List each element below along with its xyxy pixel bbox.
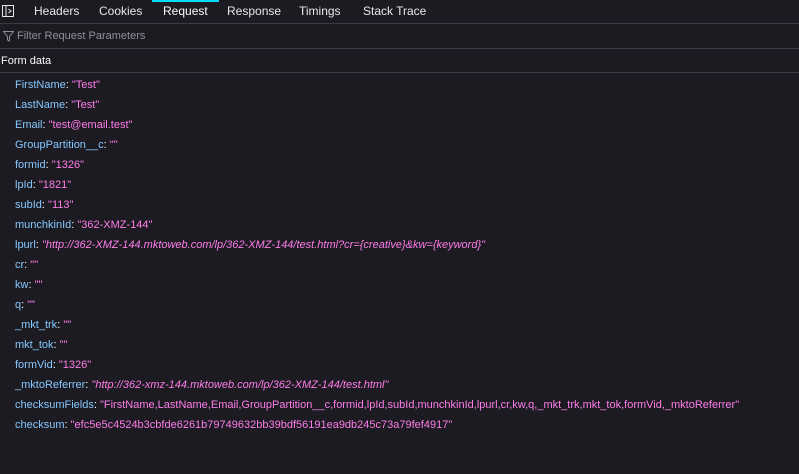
form-data-row[interactable]: checksumFields: "FirstName,LastName,Emai…	[0, 395, 799, 415]
form-data-row[interactable]: lpurl: "http://362-XMZ-144.mktoweb.com/l…	[0, 235, 799, 255]
param-key: lpurl	[15, 239, 36, 251]
param-value: "test@email.test"	[48, 119, 133, 131]
param-key: formVid	[15, 359, 53, 371]
param-value: "1326"	[51, 159, 84, 171]
form-data-row[interactable]: Email: "test@email.test"	[0, 115, 799, 135]
param-value: "Test"	[71, 79, 100, 91]
param-value: "Test"	[71, 99, 100, 111]
param-value: ""	[59, 339, 68, 351]
param-key: subId	[15, 199, 42, 211]
tab-request[interactable]: Request	[152, 0, 219, 23]
param-value: "1821"	[38, 179, 72, 191]
param-key: cr	[15, 259, 25, 271]
form-data-row[interactable]: munchkinId: "362-XMZ-144"	[0, 215, 799, 235]
dock-side-icon[interactable]	[2, 5, 14, 17]
param-value: ""	[63, 319, 72, 331]
form-data-row[interactable]: FirstName: "Test"	[0, 75, 799, 95]
param-value: "efc5e5c4524b3cbfde6261b79749632bb39bdf5…	[70, 419, 453, 431]
param-key: munchkinId	[15, 219, 72, 231]
form-data-row[interactable]: GroupPartition__c: ""	[0, 135, 799, 155]
param-key: lpId	[15, 179, 33, 191]
param-value: ""	[27, 299, 36, 311]
filter-bar	[0, 24, 799, 49]
tab-timings[interactable]: Timings	[299, 0, 341, 23]
form-data-row[interactable]: lpId: "1821"	[0, 175, 799, 195]
form-data-row[interactable]: q: ""	[0, 295, 799, 315]
param-key: LastName	[15, 99, 66, 111]
form-data-row[interactable]: formVid: "1326"	[0, 355, 799, 375]
param-value: ""	[34, 279, 43, 291]
param-value: "http://362-xmz-144.mktoweb.com/lp/362-X…	[91, 379, 389, 391]
param-value: "http://362-XMZ-144.mktoweb.com/lp/362-X…	[41, 239, 486, 251]
form-data-row[interactable]: kw: ""	[0, 275, 799, 295]
param-value: "1326"	[58, 359, 92, 371]
param-value: "113"	[48, 199, 74, 211]
form-data-row[interactable]: formid: "1326"	[0, 155, 799, 175]
param-key: _mktoReferrer	[15, 379, 86, 391]
details-tab-bar: Headers Cookies Request Response Timings…	[0, 0, 799, 24]
param-value: "362-XMZ-144"	[77, 219, 153, 231]
form-data-row[interactable]: cr: ""	[0, 255, 799, 275]
param-key: Email	[15, 119, 43, 131]
form-data-row[interactable]: _mkt_trk: ""	[0, 315, 799, 335]
tab-response[interactable]: Response	[227, 0, 281, 23]
param-key: _mkt_trk	[15, 319, 58, 331]
param-key: mkt_tok	[15, 339, 54, 351]
form-data-row[interactable]: mkt_tok: ""	[0, 335, 799, 355]
form-data-list: FirstName: "Test" LastName: "Test" Email: …	[0, 75, 799, 435]
param-key: checksum	[15, 419, 65, 431]
param-key: checksumFields	[15, 399, 94, 411]
form-data-row[interactable]: checksum: "efc5e5c4524b3cbfde6261b797496…	[0, 415, 799, 435]
form-data-row[interactable]: _mktoReferrer: "http://362-xmz-144.mktow…	[0, 375, 799, 395]
form-data-section-header[interactable]: Form data	[0, 49, 799, 73]
param-key: formid	[15, 159, 46, 171]
param-value: "FirstName,LastName,Email,GroupPartition…	[99, 399, 740, 411]
param-key: FirstName	[15, 79, 66, 91]
tab-headers[interactable]: Headers	[34, 0, 79, 23]
tab-stack-trace[interactable]: Stack Trace	[363, 0, 426, 23]
param-key: kw	[15, 279, 29, 291]
filter-request-parameters-input[interactable]	[17, 27, 787, 45]
form-data-row[interactable]: LastName: "Test"	[0, 95, 799, 115]
form-data-row[interactable]: subId: "113"	[0, 195, 799, 215]
param-key: GroupPartition__c	[15, 139, 104, 151]
param-value: ""	[109, 139, 118, 151]
tab-cookies[interactable]: Cookies	[99, 0, 142, 23]
param-value: ""	[30, 259, 39, 271]
filter-funnel-icon	[3, 31, 14, 42]
